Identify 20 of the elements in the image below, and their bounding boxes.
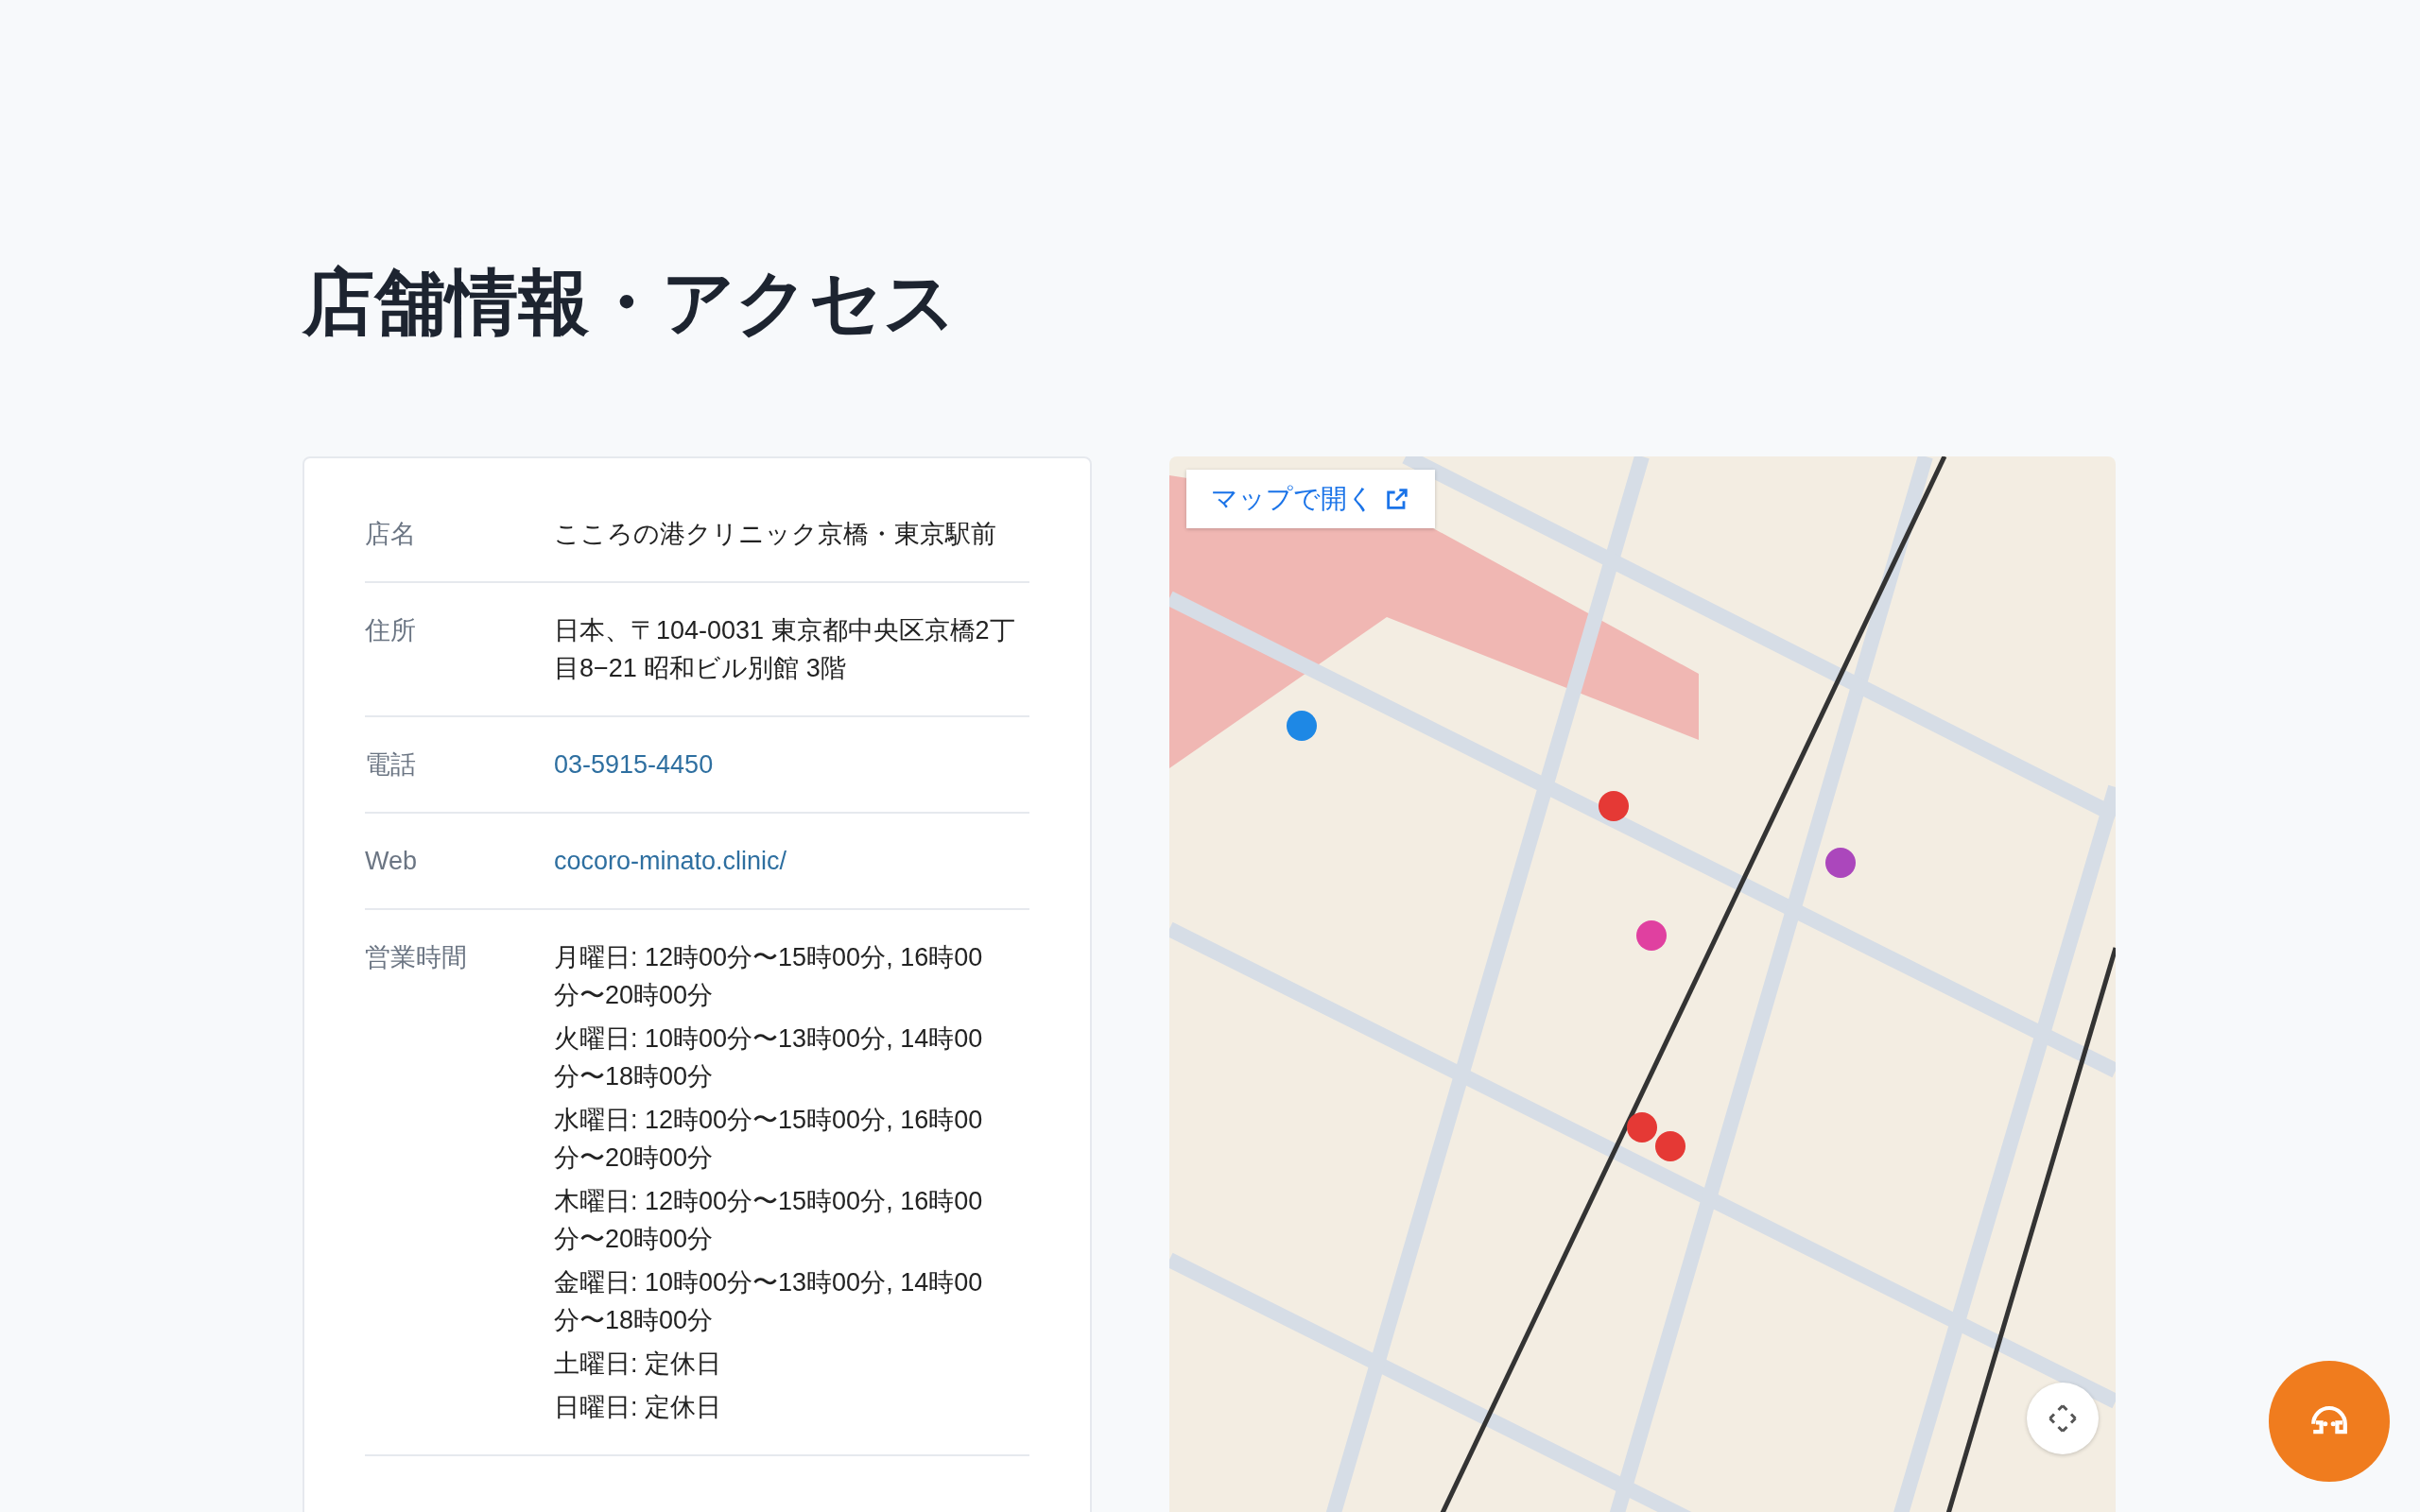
hours-line: 木曜日: 12時00分〜15時00分, 16時00分〜20時00分: [554, 1186, 984, 1255]
info-label: 電話: [365, 749, 417, 781]
hours-line: 日曜日: 定休日: [554, 1392, 722, 1423]
hours-line: 水曜日: 12時00分〜15時00分, 16時00分〜20時00分: [554, 1105, 984, 1174]
info-label: Web: [365, 846, 419, 877]
open-in-map-button[interactable]: マップで開く: [1186, 470, 1435, 528]
info-value: こころの港クリニック京橋・東京駅前: [554, 519, 997, 550]
info-link[interactable]: 03-5915-4450: [554, 746, 714, 783]
hours-line: 土曜日: 定休日: [554, 1349, 722, 1380]
info-value: 日本、〒104-0031 東京都中央区京橋2丁目8−21 昭和ビル別館 3階: [554, 615, 1016, 684]
info-label: 営業時間: [365, 942, 468, 973]
info-label: 住所: [365, 615, 417, 646]
page-heading: 店舗情報・アクセス: [302, 261, 958, 344]
hours-line: 火曜日: 10時00分〜13時00分, 14時00分〜18時00分: [554, 1023, 984, 1092]
map-placeholder[interactable]: マップで開く: [1169, 456, 2116, 1512]
hours-line: 月曜日: 12時00分〜15時00分, 16時00分〜20時00分: [554, 942, 984, 1011]
info-link[interactable]: cocoro-minato.clinic/: [554, 842, 787, 880]
info-label: 店名: [365, 519, 417, 550]
external-link-icon: [1384, 486, 1410, 512]
hours-line: 金曜日: 10時00分〜13時00分, 14時00分〜18時00分: [554, 1267, 984, 1336]
